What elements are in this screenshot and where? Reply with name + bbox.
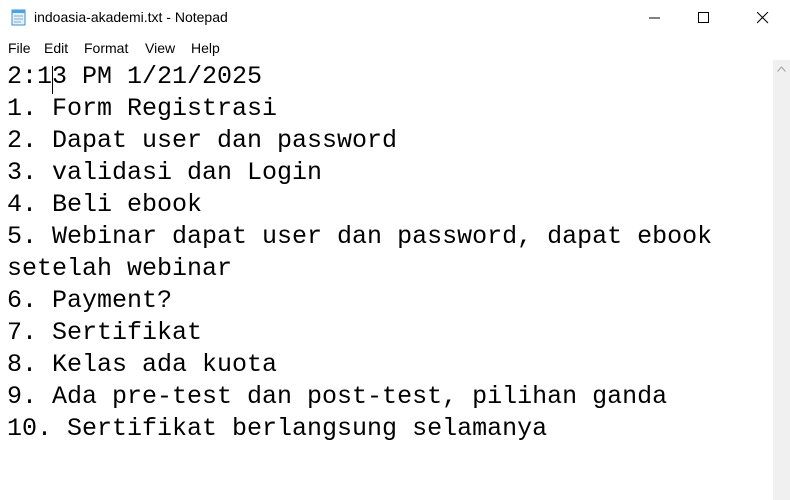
title-bar[interactable]: indoasia-akademi.txt - Notepad: [0, 0, 790, 36]
editor-line: 6. Payment?: [7, 286, 173, 315]
window-title: indoasia-akademi.txt - Notepad: [34, 9, 228, 25]
menu-edit[interactable]: Edit: [44, 40, 68, 56]
text-caret: [52, 66, 53, 94]
notepad-icon[interactable]: [10, 8, 28, 26]
editor-line: 4. Beli ebook: [7, 190, 203, 219]
editor-line: 10. Sertifikat berlangsung selamanya: [7, 414, 548, 443]
editor-line: 2:13 PM 1/21/2025: [7, 62, 263, 91]
minimize-icon: [649, 17, 660, 19]
scroll-up-button[interactable]: [773, 60, 790, 77]
close-icon: [757, 12, 769, 24]
editor-line: 3. validasi dan Login: [7, 158, 323, 187]
menu-file[interactable]: File: [8, 40, 31, 56]
menu-help[interactable]: Help: [191, 40, 220, 56]
text-editor[interactable]: 2:13 PM 1/21/2025 1. Form Registrasi 2. …: [0, 60, 773, 500]
editor-line: 9. Ada pre-test dan post-test, pilihan g…: [7, 382, 668, 411]
minimize-button[interactable]: [632, 0, 678, 36]
vertical-scrollbar[interactable]: [773, 60, 790, 500]
editor-line: 8. Kelas ada kuota: [7, 350, 278, 379]
chevron-up-icon: [777, 66, 786, 72]
editor-line: setelah webinar: [7, 254, 233, 283]
menu-bar: File Edit Format View Help: [0, 36, 790, 60]
editor-line: 2. Dapat user dan password: [7, 126, 398, 155]
editor-line: 1. Form Registrasi: [7, 94, 278, 123]
maximize-button[interactable]: [681, 0, 727, 36]
close-button[interactable]: [740, 0, 786, 36]
maximize-icon: [698, 12, 709, 23]
editor-line: 5. Webinar dapat user dan password, dapa…: [7, 222, 713, 251]
editor-line: 7. Sertifikat: [7, 318, 203, 347]
menu-view[interactable]: View: [145, 40, 175, 56]
menu-format[interactable]: Format: [84, 40, 128, 56]
